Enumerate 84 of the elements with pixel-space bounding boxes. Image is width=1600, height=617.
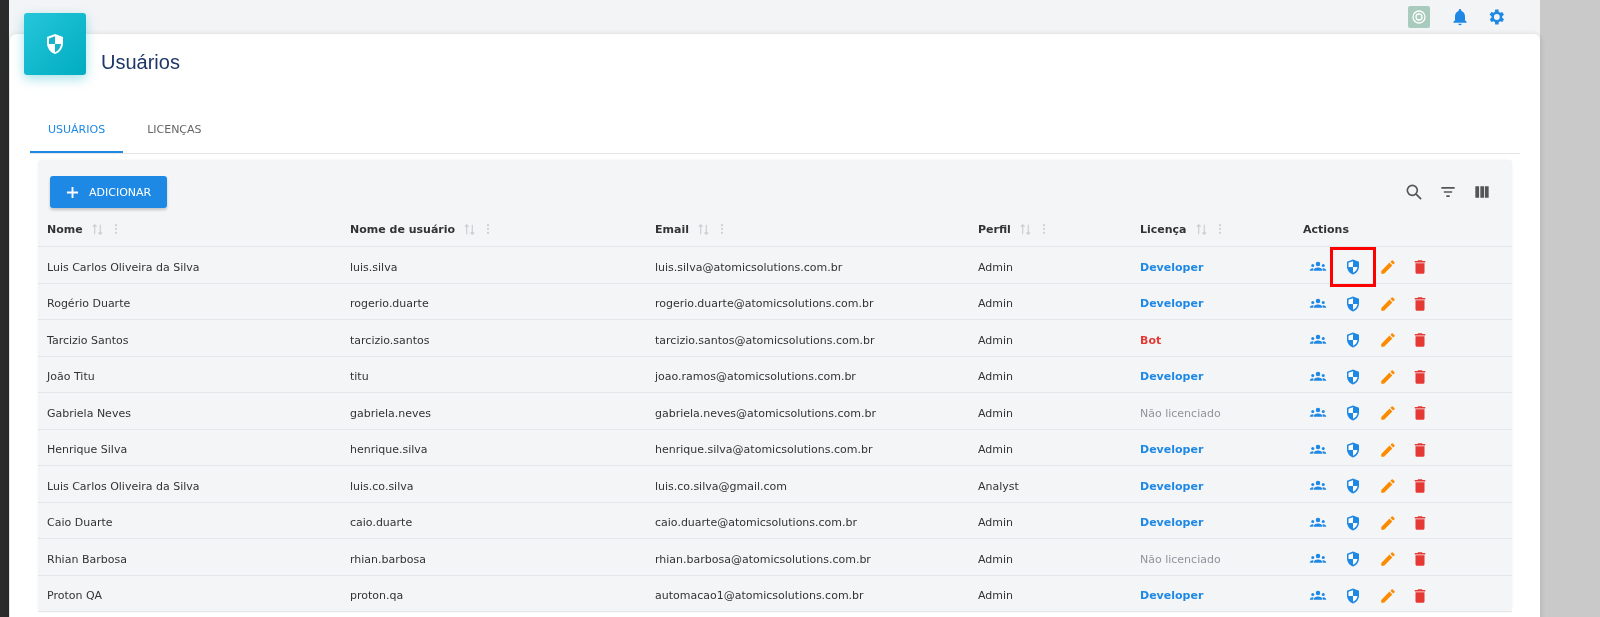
table-cell: caio.duarte [350,516,413,529]
shield-icon[interactable] [1344,477,1362,495]
table-cell: tarcizio.santos@atomicsolutions.com.br [655,333,875,347]
table-cell: Admin [978,552,1014,566]
shield-icon[interactable] [1344,258,1362,276]
edit-pencil-icon[interactable] [1379,404,1397,422]
assistant-logo-icon[interactable] [1408,6,1430,28]
edit-pencil-icon[interactable] [1379,258,1397,276]
column-header: Nome de usuário [350,222,456,236]
table-cell: titu [350,370,369,383]
table-cell: Admin [978,516,1014,529]
shield-icon[interactable] [1344,586,1362,605]
shield-icon[interactable] [1344,550,1362,568]
shield-icon[interactable] [1344,404,1362,422]
shield-icon[interactable] [1344,294,1362,313]
table-cell: Admin [978,260,1014,274]
license-label: Não licenciado [1140,552,1221,566]
table-cell: Luis Carlos Oliveira da Silva [47,479,200,493]
table-cell: luis.co.silva [350,479,414,493]
table-cell: proton.qa [350,589,404,602]
notification-bell-icon[interactable] [1450,7,1470,27]
table-cell: tarcizio.santos [350,333,430,347]
shield-icon[interactable] [1344,331,1362,349]
table-cell: rogerio.duarte@atomicsolutions.com.br [655,297,874,310]
license-label: Developer [1140,260,1204,274]
table-cell: Admin [978,370,1014,383]
table-cell: henrique.silva@atomicsolutions.com.br [655,443,873,456]
license-label: Developer [1140,370,1204,383]
shield-icon[interactable] [1344,513,1362,532]
tab[interactable]: LICENÇAS [129,110,220,153]
column-header: Actions [1303,222,1349,236]
license-label: Não licenciado [1140,406,1221,420]
column-header: Nome [47,222,83,236]
table-cell: luis.co.silva@gmail.com [655,479,788,493]
table-cell: Luis Carlos Oliveira da Silva [47,260,200,274]
table-cell: Analyst [978,479,1019,493]
edit-pencil-icon[interactable] [1379,550,1397,568]
edit-pencil-icon[interactable] [1379,440,1397,459]
table-cell: rhian.barbosa [350,552,426,566]
table-cell: João Titu [47,370,95,383]
table-cell: rhian.barbosa@atomicsolutions.com.br [655,552,871,566]
edit-pencil-icon[interactable] [1379,294,1397,313]
edit-pencil-icon[interactable] [1379,513,1397,532]
table-cell: Admin [978,333,1014,347]
table-cell: Admin [978,443,1014,456]
edit-pencil-icon[interactable] [1379,477,1397,495]
edit-pencil-icon[interactable] [1379,586,1397,605]
table-cell: Proton QA [47,589,103,602]
table-cell: Tarcizio Santos [47,333,129,347]
table-cell: henrique.silva [350,443,428,456]
column-header: Perfil [978,222,1011,236]
license-label: Developer [1140,589,1204,602]
column-header: Email [655,222,689,236]
table-cell: Rogério Duarte [47,297,131,310]
license-label: Developer [1140,516,1204,529]
search-icon[interactable] [1404,182,1424,202]
shield-icon[interactable] [1344,440,1362,459]
table-cell: gabriela.neves@atomicsolutions.com.br [655,406,876,420]
table-cell: Admin [978,589,1014,602]
add-button[interactable]: ADICIONAR [50,176,168,208]
license-label: Developer [1140,479,1204,493]
table-cell: Admin [978,406,1014,420]
table-cell: automacao1@atomicsolutions.com.br [655,589,864,602]
table-cell: luis.silva [350,260,398,274]
license-label: Bot [1140,333,1162,347]
tab[interactable]: USUÁRIOS [30,110,124,153]
column-header: Licença [1140,222,1187,236]
table-cell: Admin [978,297,1014,310]
table-cell: Rhian Barbosa [47,552,127,566]
license-label: Developer [1140,443,1204,456]
edit-pencil-icon[interactable] [1379,367,1397,386]
table-cell: Henrique Silva [47,443,128,456]
edit-pencil-icon[interactable] [1379,331,1397,349]
table-cell: Caio Duarte [47,516,113,529]
table-cell: joao.ramos@atomicsolutions.com.br [655,370,856,383]
table-cell: caio.duarte@atomicsolutions.com.br [655,516,858,529]
shield-icon[interactable] [1344,367,1362,386]
table-cell: gabriela.neves [350,406,432,420]
table-cell: rogerio.duarte [350,297,429,310]
page-title: Usuários [101,50,180,74]
table-cell: luis.silva@atomicsolutions.com.br [655,260,843,274]
license-label: Developer [1140,297,1204,310]
plus-icon [66,185,79,199]
table-cell: Gabriela Neves [47,406,131,420]
